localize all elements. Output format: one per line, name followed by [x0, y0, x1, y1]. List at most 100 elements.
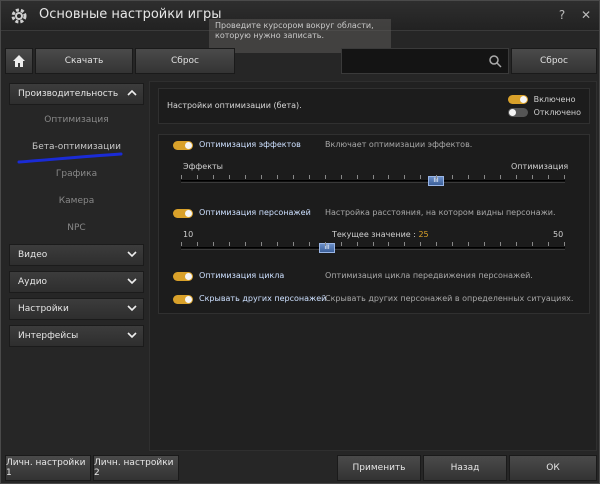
category-label: Производительность — [18, 89, 119, 99]
slider-tick — [484, 242, 485, 246]
slider-tick — [548, 242, 549, 246]
search-box[interactable] — [341, 48, 509, 74]
legend-on-label: Включено — [533, 95, 576, 104]
apply-button[interactable]: Применить — [337, 455, 421, 481]
slider-tick — [532, 242, 533, 246]
slider-thumb[interactable]: III — [319, 243, 335, 253]
help-icon[interactable]: ? — [555, 8, 569, 22]
category-audio[interactable]: Аудио — [9, 271, 144, 293]
cycle-optimization-toggle[interactable] — [173, 272, 193, 281]
category-performance[interactable]: Производительность — [9, 83, 144, 105]
slider-tick — [245, 175, 246, 179]
slider-tick — [357, 175, 358, 179]
slider2-min-label: 10 — [183, 230, 194, 239]
character-distance-slider[interactable]: III — [181, 241, 565, 255]
slider-tick — [373, 175, 374, 179]
search-input[interactable] — [346, 52, 486, 70]
character-optimization-toggle[interactable] — [173, 209, 193, 218]
close-icon[interactable]: ✕ — [579, 8, 593, 22]
personal-settings-1-button[interactable]: Личн. настройки 1 — [5, 455, 91, 481]
personal-settings-2-button[interactable]: Личн. настройки 2 — [93, 455, 179, 481]
slider-tick — [420, 242, 421, 246]
slider-tick — [341, 175, 342, 179]
slider-tick — [197, 175, 198, 179]
slider-tick — [548, 175, 549, 179]
search-icon[interactable] — [488, 54, 502, 68]
slider-tick — [564, 242, 565, 246]
slider-tick — [277, 175, 278, 179]
slider-tick — [516, 242, 517, 246]
slider-tick — [468, 242, 469, 246]
hide-characters-desc: Скрывать других персонажей в определенны… — [325, 294, 574, 303]
slider-tick — [484, 175, 485, 179]
reset-button[interactable]: Сброс — [135, 48, 235, 74]
slider2-max-label: 50 — [553, 230, 564, 239]
search-reset-button[interactable]: Сброс — [511, 48, 597, 74]
download-button[interactable]: Скачать — [35, 48, 133, 74]
current-value: 25 — [418, 230, 429, 239]
slider-tick — [532, 175, 533, 179]
home-button[interactable] — [5, 48, 33, 74]
sidebar-item-npc[interactable]: NPC — [9, 217, 144, 239]
slider-tick — [452, 175, 453, 179]
effects-slider[interactable]: III — [181, 174, 565, 188]
hide-characters-toggle[interactable] — [173, 295, 193, 304]
slider-tick — [452, 242, 453, 246]
slider-tick — [245, 242, 246, 246]
slider-tick — [325, 242, 326, 246]
legend-off-toggle — [507, 108, 528, 117]
slider1-left-label: Эффекты — [183, 162, 223, 171]
hand-drawn-underline — [17, 152, 123, 164]
footer: Личн. настройки 1 Личн. настройки 2 Прим… — [1, 453, 600, 484]
sidebar-item-graphics[interactable]: Графика — [9, 163, 144, 185]
slider-track — [181, 180, 565, 183]
legend-off-label: Отключено — [533, 108, 581, 117]
slider-tick — [388, 242, 389, 246]
slider-tick — [181, 175, 182, 179]
slider-tick — [468, 175, 469, 179]
chevron-up-icon — [127, 89, 137, 96]
category-settings[interactable]: Настройки — [9, 298, 144, 320]
effects-optimization-desc: Включает оптимизации эффектов. — [325, 140, 473, 149]
ok-button[interactable]: ОК — [509, 455, 597, 481]
slider-tick — [293, 242, 294, 246]
slider-tick — [404, 242, 405, 246]
slider-tick — [500, 242, 501, 246]
options-panel: Оптимизация эффектов Включает оптимизаци… — [158, 134, 590, 314]
toolbar: Скачать Сброс Сброс — [5, 48, 597, 76]
slider-tick — [341, 242, 342, 246]
back-button[interactable]: Назад — [423, 455, 507, 481]
slider-tick — [436, 175, 437, 179]
sidebar-item-camera[interactable]: Камера — [9, 190, 144, 212]
sidebar-item-optimization[interactable]: Оптимизация — [9, 109, 144, 131]
slider-track — [181, 247, 565, 250]
slider-tick — [197, 242, 198, 246]
slider-tick — [277, 242, 278, 246]
effects-optimization-toggle[interactable] — [173, 141, 193, 150]
settings-window: Основные настройки игры ? ✕ Проведите ку… — [0, 0, 600, 484]
content-panel: Настройки оптимизации (бета). Включено О… — [149, 81, 597, 451]
legend-on-toggle — [507, 95, 528, 104]
slider-tick — [373, 242, 374, 246]
hint-line-1: Проведите курсором вокруг области, — [215, 21, 374, 30]
slider-tick — [404, 175, 405, 179]
toggle-legend: Включено Отключено — [507, 93, 581, 119]
category-video[interactable]: Видео — [9, 244, 144, 266]
home-icon — [13, 55, 25, 67]
slider-tick — [564, 175, 565, 179]
category-label: Интерфейсы — [18, 331, 79, 341]
cycle-optimization-desc: Оптимизация цикла передвижения персонаже… — [325, 271, 533, 280]
hint-line-2: которую нужно записать. — [215, 31, 325, 40]
chevron-down-icon — [127, 278, 137, 285]
slider-tick — [293, 175, 294, 179]
slider-tick — [309, 242, 310, 246]
chevron-down-icon — [127, 251, 137, 258]
category-interfaces[interactable]: Интерфейсы — [9, 325, 144, 347]
slider-tick — [181, 242, 182, 246]
current-value-caption: Текущее значение : — [332, 230, 416, 239]
category-label: Видео — [18, 250, 48, 260]
header-description: Настройки оптимизации (бета). — [167, 101, 302, 110]
category-label: Настройки — [18, 304, 69, 314]
slider-tick — [436, 242, 437, 246]
slider-tick — [388, 175, 389, 179]
